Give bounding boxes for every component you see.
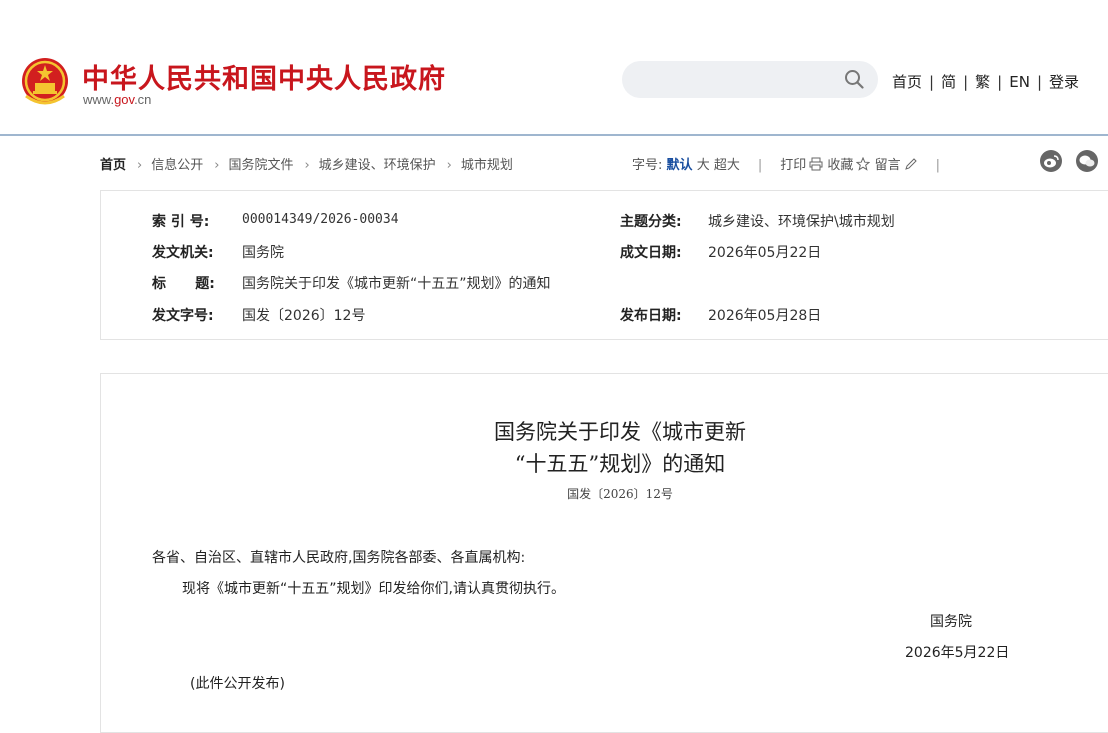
breadcrumb-arrow: › <box>214 158 220 173</box>
font-size-label: 字号: <box>632 158 663 173</box>
url-prefix: www. <box>83 92 115 107</box>
document-number: 国发〔2026〕12号 <box>567 487 673 501</box>
title-label: 标 题: <box>152 276 215 292</box>
breadcrumb: 首页 › 信息公开 › 国务院文件 › 城乡建设、环境保护 › 城市规划 <box>100 154 513 173</box>
nav-login[interactable]: 登录 <box>1049 73 1079 91</box>
issuer-value: 国务院 <box>242 245 284 261</box>
document-title-line2: “十五五”规划》的通知 <box>514 452 726 476</box>
url-suffix: .cn <box>134 92 152 107</box>
doc-number-label: 发文字号: <box>152 308 214 324</box>
header-divider <box>0 134 1108 136</box>
reading-toolbar: 字号: 默认 大 超大 | 打印 收藏 留言 | <box>632 154 958 173</box>
category-label: 主题分类: <box>620 214 682 230</box>
wechat-icon[interactable] <box>1076 150 1098 172</box>
nav-home[interactable]: 首页 <box>892 73 922 91</box>
pencil-icon <box>904 158 917 170</box>
toolbar-separator: | <box>757 158 763 173</box>
doc-number-value: 国发〔2026〕12号 <box>242 308 366 324</box>
nav-separator: | <box>1036 73 1042 91</box>
document-paragraph: 现将《城市更新“十五五”规划》印发给你们,请认真贯彻执行。 <box>182 581 565 597</box>
index-number-value: 000014349/2026-00034 <box>242 212 399 227</box>
breadcrumb-arrow: › <box>304 158 310 173</box>
toolbar-separator: | <box>935 158 940 173</box>
breadcrumb-urban-env[interactable]: 城乡建设、环境保护 <box>319 158 436 173</box>
document-publication-note: (此件公开发布) <box>190 676 285 692</box>
search-icon[interactable] <box>844 69 864 89</box>
favorite-label: 收藏 <box>827 158 854 173</box>
national-emblem-icon[interactable] <box>20 56 70 108</box>
font-large-button[interactable]: 大 <box>697 158 710 173</box>
font-xlarge-button[interactable]: 超大 <box>714 158 740 173</box>
nav-simplified[interactable]: 简 <box>941 73 956 91</box>
print-button[interactable]: 打印 <box>780 157 823 173</box>
print-label: 打印 <box>780 158 807 173</box>
published-date-value: 2026年05月28日 <box>708 308 822 324</box>
breadcrumb-urban-planning[interactable]: 城市规划 <box>461 158 513 173</box>
document-salutation: 各省、自治区、直辖市人民政府,国务院各部委、各直属机构: <box>152 550 526 566</box>
site-title[interactable]: 中华人民共和国中央人民政府 <box>82 57 446 96</box>
url-domain: gov <box>114 92 135 107</box>
breadcrumb-info-public[interactable]: 信息公开 <box>151 158 203 173</box>
document-title-line1: 国务院关于印发《城市更新 <box>494 420 746 444</box>
comment-label: 留言 <box>874 158 901 173</box>
nav-separator: | <box>997 73 1003 91</box>
font-default-button[interactable]: 默认 <box>667 158 693 173</box>
title-value: 国务院关于印发《城市更新“十五五”规划》的通知 <box>242 276 551 292</box>
document-date: 2026年5月22日 <box>905 645 1010 661</box>
written-date-label: 成文日期: <box>620 245 682 261</box>
nav-traditional[interactable]: 繁 <box>975 73 990 91</box>
top-nav: 首页 | 简 | 繁 | EN | 登录 <box>892 71 1079 92</box>
weibo-icon[interactable] <box>1040 150 1062 172</box>
nav-separator: | <box>929 73 935 91</box>
category-value: 城乡建设、环境保护\城市规划 <box>708 214 895 230</box>
comment-button[interactable]: 留言 <box>875 158 918 173</box>
favorite-button[interactable]: 收藏 <box>827 157 871 173</box>
breadcrumb-arrow: › <box>446 158 452 173</box>
star-icon <box>856 157 871 171</box>
written-date-value: 2026年05月22日 <box>708 245 822 261</box>
site-url[interactable]: www.gov.cn <box>83 92 151 107</box>
breadcrumb-state-council-docs[interactable]: 国务院文件 <box>228 158 293 173</box>
print-icon <box>809 157 823 171</box>
search-input[interactable] <box>622 61 878 98</box>
breadcrumb-home[interactable]: 首页 <box>100 158 126 173</box>
issuer-label: 发文机关: <box>152 245 214 261</box>
nav-english[interactable]: EN <box>1009 73 1030 91</box>
index-number-label: 索 引 号: <box>152 214 210 230</box>
published-date-label: 发布日期: <box>620 308 682 324</box>
nav-separator: | <box>963 73 969 91</box>
breadcrumb-arrow: › <box>137 158 143 173</box>
document-signer: 国务院 <box>930 614 972 630</box>
document-title: 国务院关于印发《城市更新 “十五五”规划》的通知 <box>420 416 820 480</box>
